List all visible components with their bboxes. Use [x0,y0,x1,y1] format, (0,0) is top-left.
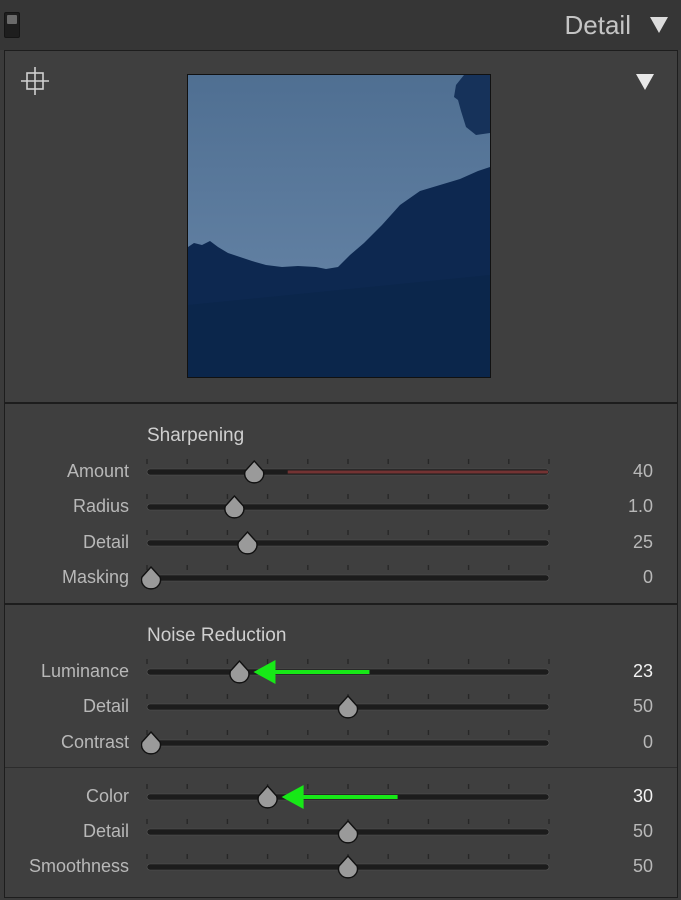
detail-preview-image[interactable] [187,74,491,378]
slider-value[interactable]: 50 [633,696,653,717]
slider-row-smoothness: Smoothness 50 [5,852,677,882]
smoothness-slider[interactable] [141,852,561,882]
slider-row-contrast: Contrast 0 [5,728,677,758]
slider-value[interactable]: 30 [633,786,653,807]
slider-handle[interactable] [237,530,258,555]
preview-menu-triangle-icon[interactable] [635,73,655,91]
noise-reduction-title: Noise Reduction [147,625,287,646]
slider-row-detail: Detail 50 [5,692,677,722]
detail-slider[interactable] [141,528,561,558]
crosshair-icon[interactable] [21,67,49,95]
collapse-triangle-icon[interactable] [649,16,669,34]
slider-track[interactable] [146,539,550,547]
section-divider [5,603,677,605]
luminance-slider[interactable] [141,657,561,687]
slider-row-color: Color 30 [5,782,677,812]
slider-row-detail: Detail 50 [5,817,677,847]
slider-row-masking: Masking 0 [5,563,677,593]
slider-handle[interactable] [229,659,250,684]
slider-row-amount: Amount 40 [5,457,677,487]
slider-value[interactable]: 50 [633,821,653,842]
slider-label: Detail [82,532,129,552]
green-arrow-annotation [253,660,370,684]
sharpening-title: Sharpening [147,425,245,446]
detail-panel: Sharpening Amount 40 Radius 1.0 Detail 25 Mask… [4,50,678,898]
slider-handle[interactable] [337,819,359,844]
preview-landscape-picture [188,75,490,377]
detail-slider[interactable] [141,692,561,722]
slider-handle[interactable] [141,565,162,590]
slider-handle[interactable] [244,459,265,484]
slider-handle[interactable] [337,694,359,719]
masking-slider[interactable] [141,563,561,593]
slider-label: Contrast [60,732,129,752]
slider-label: Luminance [40,661,129,681]
green-arrow-annotation [281,785,398,809]
slider-handle[interactable] [257,784,278,809]
slider-label: Masking [61,567,129,587]
slider-label: Radius [72,496,129,516]
slider-label: Color [85,786,129,806]
slider-value[interactable]: 25 [633,532,653,553]
slider-row-radius: Radius 1.0 [5,492,677,522]
slider-label: Smoothness [28,856,129,876]
section-divider [5,402,677,404]
slider-handle[interactable] [141,730,162,755]
slider-value[interactable]: 50 [633,856,653,877]
slider-row-detail: Detail 25 [5,528,677,558]
detail-preview-section [5,51,677,402]
slider-handle[interactable] [224,494,245,519]
radius-slider[interactable] [141,492,561,522]
slider-label: Detail [82,821,129,841]
panel-title: Detail [564,10,631,40]
detail-slider[interactable] [141,817,561,847]
amount-slider[interactable] [141,457,561,487]
slider-value[interactable]: 40 [633,461,653,482]
slider-label: Detail [82,696,129,716]
color-slider[interactable] [141,782,561,812]
panel-toggle-switch[interactable] [4,12,20,38]
slider-track[interactable] [146,739,550,747]
slider-value[interactable]: 0 [643,732,653,753]
slider-track-accent [287,470,548,474]
slider-track[interactable] [146,503,550,511]
noise-subsection-divider [5,767,677,768]
contrast-slider[interactable] [141,728,561,758]
panel-header[interactable]: Detail [0,0,681,50]
slider-track[interactable] [146,574,550,582]
slider-handle[interactable] [337,854,359,879]
slider-value[interactable]: 0 [643,567,653,588]
slider-value[interactable]: 1.0 [628,496,653,517]
slider-value[interactable]: 23 [633,661,653,682]
slider-row-luminance: Luminance 23 [5,657,677,687]
slider-label: Amount [66,461,129,481]
